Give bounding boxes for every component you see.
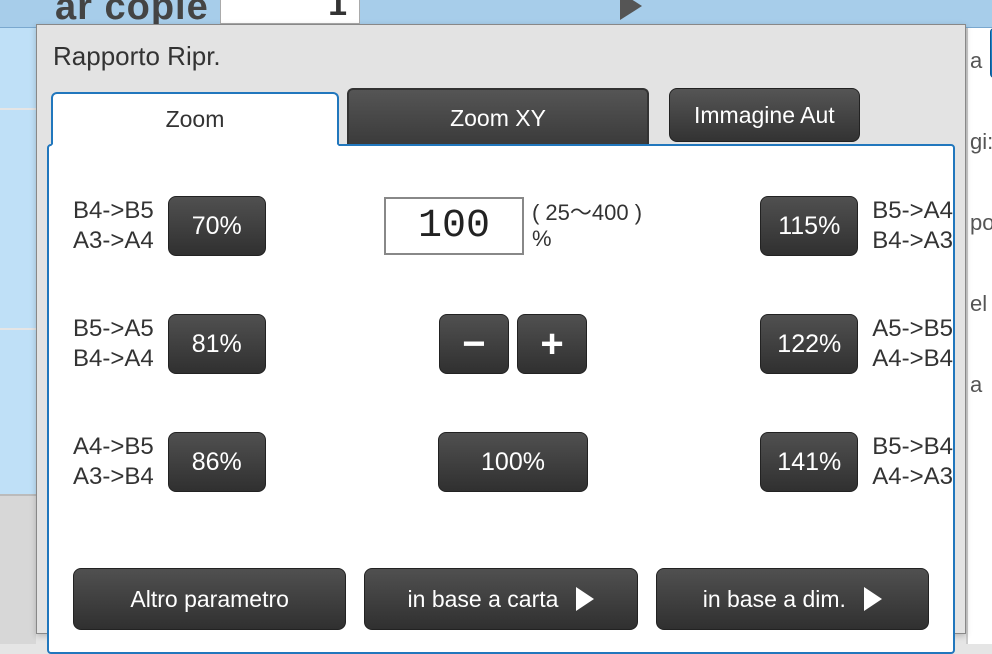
preset-122-button[interactable]: 122% xyxy=(760,314,858,374)
zoom-value-input[interactable]: 100 xyxy=(384,197,524,255)
preset-122-sizes: A5->B5 A4->B4 xyxy=(872,314,953,374)
bottom-row: Altro parametro in base a carta in base … xyxy=(73,568,929,630)
preset-81-sizes: B5->A5 B4->A4 xyxy=(73,314,154,374)
by-size-label: in base a dim. xyxy=(703,586,846,613)
other-param-button[interactable]: Altro parametro xyxy=(73,568,346,630)
copies-value: 1 xyxy=(220,0,360,24)
tabs-row: Zoom Zoom XY Immagine Aut xyxy=(47,86,955,146)
zoom-panel: B4->B5 A3->A4 70% 100 ( 25～400 ) % 115% … xyxy=(47,144,955,654)
preset-115-cell: 115% B5->A4 B4->A3 xyxy=(653,196,953,256)
arrow-right-icon xyxy=(864,587,882,611)
preset-122-cell: 122% A5->B5 A4->B4 xyxy=(653,314,953,374)
zoom-range-label: ( 25～400 ) % xyxy=(532,200,642,253)
tab-zoom[interactable]: Zoom xyxy=(51,92,339,146)
play-icon xyxy=(620,0,642,20)
tab-zoom-xy[interactable]: Zoom XY xyxy=(347,88,649,146)
zoom-minus-button[interactable]: − xyxy=(439,314,509,374)
dialog-title: Rapporto Ripr. xyxy=(53,41,955,72)
preset-81-button[interactable]: 81% xyxy=(168,314,266,374)
backdrop-side-gray xyxy=(0,494,36,644)
zoom-plus-button[interactable]: + xyxy=(517,314,587,374)
other-param-label: Altro parametro xyxy=(130,586,289,613)
preset-100-cell: 100% xyxy=(373,432,653,492)
preset-86-cell: A4->B5 A3->B4 86% xyxy=(73,432,373,492)
preset-141-button[interactable]: 141% xyxy=(760,432,858,492)
auto-image-label: Immagine Aut xyxy=(694,102,835,129)
preset-81-cell: B5->A5 B4->A4 81% xyxy=(73,314,373,374)
preset-70-sizes: B4->B5 A3->A4 xyxy=(73,196,154,256)
preset-70-button[interactable]: 70% xyxy=(168,196,266,256)
preset-115-sizes: B5->A4 B4->A3 xyxy=(872,196,953,256)
tab-zoom-xy-label: Zoom XY xyxy=(450,105,546,132)
by-size-button[interactable]: in base a dim. xyxy=(656,568,929,630)
preset-100-button[interactable]: 100% xyxy=(438,432,588,492)
zoom-value-cell: 100 ( 25～400 ) % xyxy=(373,197,653,255)
preset-86-button[interactable]: 86% xyxy=(168,432,266,492)
zoom-plusminus-row: − + xyxy=(373,314,653,374)
arrow-right-icon xyxy=(576,587,594,611)
zoom-dialog: Rapporto Ripr. Zoom Zoom XY Immagine Aut… xyxy=(36,24,966,634)
by-paper-button[interactable]: in base a carta xyxy=(364,568,637,630)
auto-image-button[interactable]: Immagine Aut xyxy=(669,88,860,142)
preset-70-cell: B4->B5 A3->A4 70% xyxy=(73,196,373,256)
preset-86-sizes: A4->B5 A3->B4 xyxy=(73,432,154,492)
preset-141-sizes: B5->B4 A4->A3 xyxy=(872,432,953,492)
preset-grid: B4->B5 A3->A4 70% 100 ( 25～400 ) % 115% … xyxy=(73,176,929,512)
preset-115-button[interactable]: 115% xyxy=(760,196,858,256)
by-paper-label: in base a carta xyxy=(408,586,559,613)
preset-141-cell: 141% B5->B4 A4->A3 xyxy=(653,432,953,492)
backdrop-right-fragments: a gi: po el a xyxy=(966,28,992,644)
tab-zoom-label: Zoom xyxy=(166,106,225,133)
backdrop-side-blue xyxy=(0,28,36,494)
